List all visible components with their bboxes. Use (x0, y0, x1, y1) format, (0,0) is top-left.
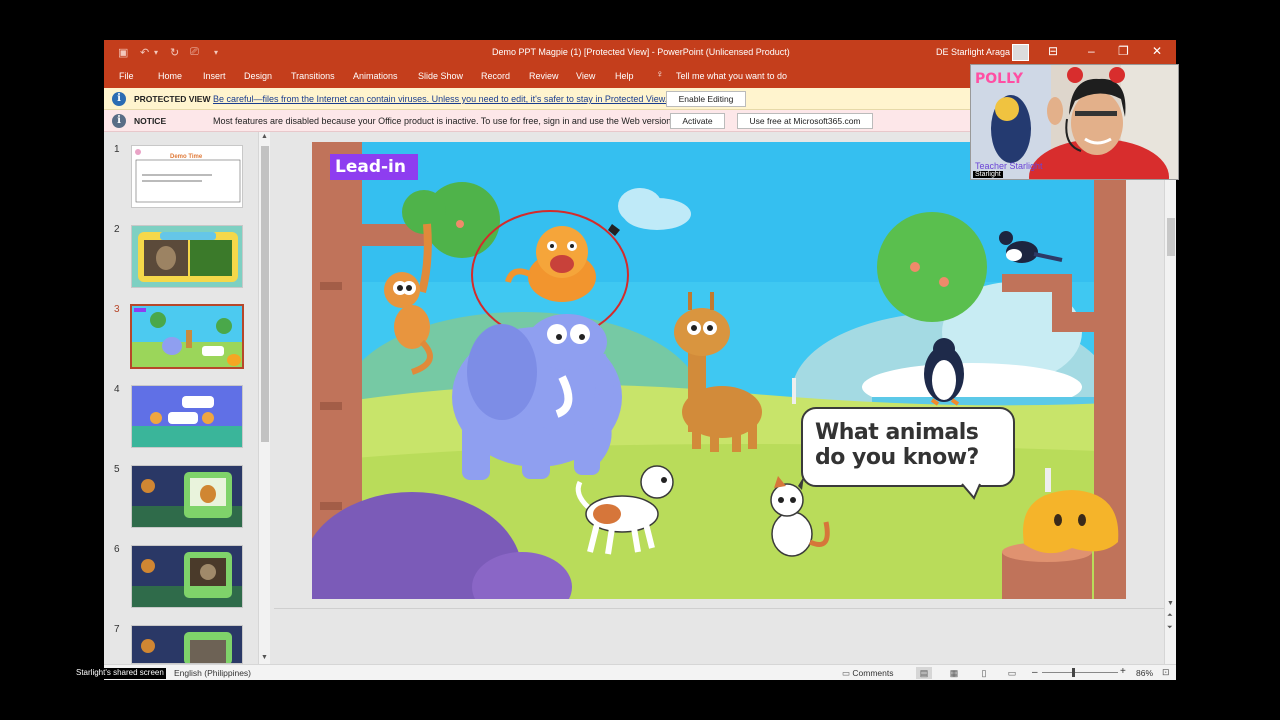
tab-animations[interactable]: Animations (353, 71, 398, 81)
cam-logo: POLLY (975, 71, 1023, 87)
tab-review[interactable]: Review (529, 71, 559, 81)
thumb-number: 5 (114, 464, 120, 475)
title-bar: ▣ ↶ ▾ ↻ ⎚ ▾ Demo PPT Magpie (1) [Protect… (104, 40, 1176, 65)
scroll-down-icon[interactable]: ▼ (261, 654, 268, 661)
shared-screen-label: Starlight's shared screen (74, 668, 166, 679)
fit-slide-icon[interactable]: ⊡ (1162, 667, 1170, 678)
slide-artwork (312, 142, 1126, 599)
activate-button[interactable]: Activate (670, 113, 725, 129)
comments-label: Comments (852, 668, 894, 678)
info-icon: i (112, 92, 126, 106)
slide-1-title: Demo Time (170, 154, 203, 160)
undo-dropdown-icon[interactable]: ▾ (154, 48, 158, 57)
thumb-number: 1 (114, 144, 120, 155)
window-title: Demo PPT Magpie (1) [Protected View] - P… (492, 47, 790, 57)
comments-icon: ▭ (842, 668, 853, 678)
customize-qat-icon[interactable]: ▾ (214, 48, 218, 57)
status-bar: English (Philippines) ▭ Comments ▤ ▦ ▯ ▭… (104, 664, 1176, 680)
ribbon-display-options-icon[interactable]: ⊟ (1048, 44, 1058, 58)
present-from-start-icon[interactable]: ⎚ (190, 46, 199, 59)
slide-thumbnail-4[interactable] (131, 385, 243, 448)
slide-canvas[interactable] (312, 142, 1126, 599)
slide-scrollbar[interactable]: ▼ ⏶ ⏷ (1164, 132, 1176, 664)
avatar[interactable] (1012, 44, 1029, 61)
slide-3-preview (132, 306, 242, 367)
slide-2-preview (138, 232, 238, 282)
scroll-up-icon[interactable]: ▲ (261, 133, 268, 140)
tell-me-search[interactable]: Tell me what you want to do (676, 71, 787, 81)
notes-divider[interactable] (274, 608, 1164, 609)
lightbulb-icon: ♀ (656, 69, 664, 80)
tab-home[interactable]: Home (158, 71, 182, 81)
user-name[interactable]: DE Starlight Araga (936, 47, 1010, 57)
thumb-number: 4 (114, 384, 120, 395)
normal-view-icon[interactable]: ▤ (916, 667, 932, 679)
slide-5-preview (132, 466, 242, 527)
tab-insert[interactable]: Insert (203, 71, 226, 81)
scroll-down-icon[interactable]: ▼ (1167, 600, 1174, 607)
reading-view-icon[interactable]: ▯ (976, 667, 992, 679)
screen: ▣ ↶ ▾ ↻ ⎚ ▾ Demo PPT Magpie (1) [Protect… (0, 0, 1280, 720)
slide-thumbnail-5[interactable] (131, 465, 243, 528)
thumbnails-scrollbar[interactable]: ▲ ▼ (258, 132, 270, 664)
use-free-web-button[interactable]: Use free at Microsoft365.com (737, 113, 873, 129)
tab-file[interactable]: File (119, 71, 134, 81)
tab-record[interactable]: Record (481, 71, 510, 81)
language-indicator[interactable]: English (Philippines) (174, 668, 251, 678)
thumb-number: 2 (114, 224, 120, 235)
zoom-slider[interactable] (1042, 672, 1118, 673)
zoom-in-icon[interactable]: + (1120, 666, 1126, 677)
scroll-thumb[interactable] (1167, 218, 1175, 256)
thumb-number: 6 (114, 544, 120, 555)
scroll-thumb[interactable] (261, 146, 269, 442)
slide-thumbnails-pane: 1 Demo Time 2 3 4 5 6 7 ▲ ▼ (104, 132, 272, 664)
protected-view-label: PROTECTED VIEW (134, 94, 211, 104)
info-icon: i (112, 114, 126, 128)
slide-thumbnail-3[interactable] (130, 304, 244, 369)
undo-icon[interactable]: ↶ (140, 46, 149, 59)
slide-sorter-icon[interactable]: ▦ (946, 667, 962, 679)
close-icon[interactable]: ✕ (1152, 44, 1162, 58)
slide-thumbnail-1[interactable]: Demo Time (131, 145, 243, 208)
slide-6-preview (132, 546, 242, 607)
cam-name-overlay: Teacher Starlight (975, 161, 1043, 171)
tab-help[interactable]: Help (615, 71, 634, 81)
redo-icon[interactable]: ↻ (170, 46, 179, 59)
protected-view-message[interactable]: Be careful—files from the Internet can c… (213, 94, 667, 104)
notice-label: NOTICE (134, 116, 167, 126)
slide-thumbnail-7[interactable] (131, 625, 243, 664)
speech-bubble-text: What animals do you know? (815, 420, 979, 470)
notice-message: Most features are disabled because your … (213, 116, 674, 126)
zoom-level[interactable]: 86% (1136, 668, 1153, 678)
restore-icon[interactable]: ❐ (1118, 44, 1129, 58)
tab-transitions[interactable]: Transitions (291, 71, 335, 81)
slide-7-preview (132, 626, 242, 663)
slide-4-preview (132, 386, 242, 447)
slide-section-tag: Lead-in (330, 154, 418, 180)
cam-name-label: Starlight (973, 171, 1003, 178)
tab-view[interactable]: View (576, 71, 595, 81)
tab-slide-show[interactable]: Slide Show (418, 71, 463, 81)
save-icon[interactable]: ▣ (118, 46, 128, 59)
thumb-number: 7 (114, 624, 120, 635)
previous-slide-icon[interactable]: ⏶ (1167, 612, 1173, 620)
slide-thumbnail-2[interactable] (131, 225, 243, 288)
tab-design[interactable]: Design (244, 71, 272, 81)
thumb-number: 3 (114, 304, 120, 315)
enable-editing-button[interactable]: Enable Editing (666, 91, 746, 107)
comments-button[interactable]: ▭ Comments (842, 668, 894, 679)
minimize-icon[interactable]: – (1088, 44, 1095, 58)
webcam-video: POLLY Teacher Starlight Starlight (970, 64, 1179, 180)
slide-thumbnail-6[interactable] (131, 545, 243, 608)
slideshow-icon[interactable]: ▭ (1004, 667, 1020, 679)
zoom-out-icon[interactable]: – (1032, 667, 1038, 678)
zoom-slider-handle[interactable] (1072, 668, 1075, 677)
next-slide-icon[interactable]: ⏷ (1167, 624, 1173, 632)
